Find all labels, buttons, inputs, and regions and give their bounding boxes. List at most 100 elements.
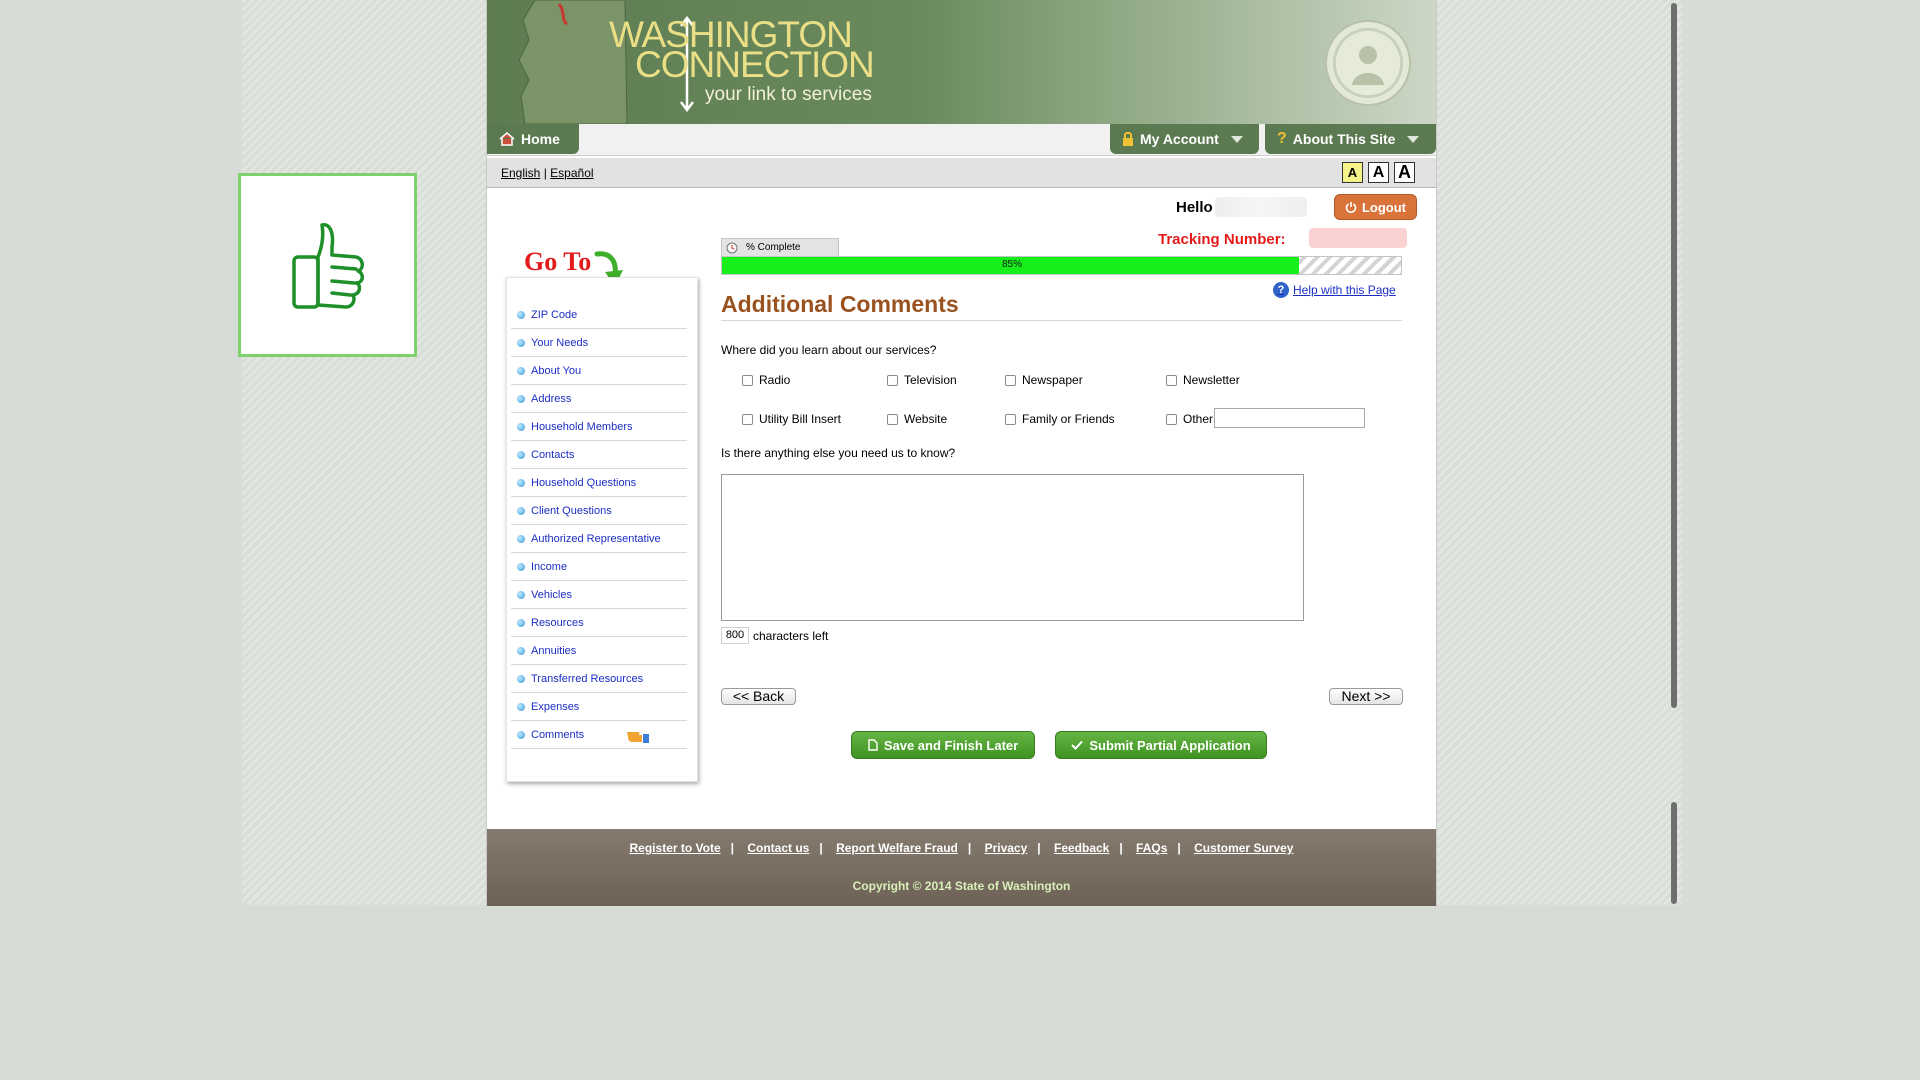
sidebar-item-expenses[interactable]: Expenses	[511, 693, 687, 721]
chevron-down-icon	[1230, 135, 1243, 143]
sidebar-item-your-needs[interactable]: Your Needs	[511, 329, 687, 357]
title-divider	[721, 320, 1402, 321]
checkbox[interactable]	[742, 413, 753, 425]
option-label: Utility Bill Insert	[759, 412, 842, 426]
sidebar-item-label: Vehicles	[531, 588, 572, 601]
footer-link-faqs[interactable]: FAQs	[1136, 841, 1167, 855]
sidebar-item-contacts[interactable]: Contacts	[511, 441, 687, 469]
sidebar-item-vehicles[interactable]: Vehicles	[511, 581, 687, 609]
other-source-input[interactable]	[1214, 408, 1365, 428]
option-label: Television	[904, 373, 957, 387]
sidebar-item-annuities[interactable]: Annuities	[511, 637, 687, 665]
option-utility-bill-insert[interactable]: Utility Bill Insert	[742, 412, 841, 426]
sidebar-item-resources[interactable]: Resources	[511, 609, 687, 637]
option-television[interactable]: Television	[887, 373, 957, 387]
comments-textarea[interactable]	[721, 474, 1304, 621]
option-other[interactable]: Other	[1166, 412, 1213, 426]
nav-about-this-site[interactable]: ? About This Site	[1265, 124, 1436, 154]
footer-link-privacy[interactable]: Privacy	[985, 841, 1028, 855]
logout-button[interactable]: Logout	[1334, 194, 1417, 220]
option-newspaper[interactable]: Newspaper	[1005, 373, 1083, 387]
bullet-icon	[517, 618, 525, 627]
help-link-label: Help with this Page	[1293, 283, 1396, 297]
sidebar-item-label: Resources	[531, 616, 584, 629]
help-link[interactable]: ? Help with this Page	[1273, 282, 1396, 298]
option-radio[interactable]: Radio	[742, 373, 790, 387]
sidebar-item-about-you[interactable]: About You	[511, 357, 687, 385]
sidebar-item-label: Client Questions	[531, 504, 612, 517]
checkbox[interactable]	[742, 374, 753, 386]
sidebar-item-client-questions[interactable]: Client Questions	[511, 497, 687, 525]
bullet-icon	[517, 478, 525, 487]
bullet-icon	[517, 506, 525, 515]
option-label: Newsletter	[1183, 373, 1240, 387]
font-size-large-button[interactable]: A	[1394, 162, 1415, 183]
footer-link-feedback[interactable]: Feedback	[1054, 841, 1109, 855]
sidebar-item-label: Address	[531, 392, 572, 405]
site-footer: Register to Vote | Contact us | Report Wel…	[487, 829, 1436, 906]
chevron-down-icon	[1407, 135, 1420, 143]
bullet-icon	[517, 646, 525, 655]
footer-link-contact-us[interactable]: Contact us	[747, 841, 809, 855]
bullet-icon	[517, 366, 525, 375]
font-size-small-button[interactable]: A	[1342, 162, 1363, 183]
lock-icon	[1123, 132, 1133, 146]
bullet-icon	[517, 590, 525, 599]
scrollbar-thumb[interactable]	[1671, 3, 1677, 708]
sidebar-item-label: Comments	[531, 728, 585, 741]
language-bar: English | Español A A A	[487, 158, 1436, 188]
sidebar-item-household-members[interactable]: Household Members	[511, 413, 687, 441]
save-button-label: Save and Finish Later	[883, 737, 1019, 753]
thumbs-up-card	[238, 173, 417, 357]
bullet-icon	[517, 534, 525, 543]
option-label: Family or Friends	[1022, 412, 1115, 426]
characters-left-label: characters left	[753, 629, 829, 643]
nav-about-label: About This Site	[1292, 131, 1396, 147]
save-and-finish-later-button[interactable]: Save and Finish Later	[851, 731, 1035, 759]
option-website[interactable]: Website	[887, 412, 947, 426]
checkbox[interactable]	[887, 374, 898, 386]
bullet-icon	[517, 338, 525, 347]
sidebar-item-label: Transferred Resources	[531, 672, 644, 685]
anything-else-question: Is there anything else you need us to kn…	[721, 446, 956, 460]
site-header: WASHINGTON CONNECTION your link to servi…	[487, 0, 1436, 124]
option-family-or-friends[interactable]: Family or Friends	[1005, 412, 1115, 426]
learn-about-question: Where did you learn about our services?	[721, 343, 937, 357]
checkmark-icon	[1071, 740, 1084, 750]
checkbox[interactable]	[1005, 374, 1016, 386]
sidebar-item-comments[interactable]: Comments	[511, 721, 687, 749]
checkbox[interactable]	[1166, 374, 1177, 386]
back-button[interactable]: << Back	[721, 688, 796, 705]
checkbox[interactable]	[887, 413, 898, 425]
nav-my-account[interactable]: My Account	[1110, 124, 1259, 154]
checkbox[interactable]	[1166, 413, 1177, 425]
nav-home[interactable]: Home	[487, 124, 579, 154]
footer-link-customer-survey[interactable]: Customer Survey	[1194, 841, 1293, 855]
submit-button-label: Submit Partial Application	[1089, 737, 1251, 753]
language-english-link[interactable]: English	[501, 166, 540, 180]
footer-link-register-to-vote[interactable]: Register to Vote	[630, 841, 721, 855]
site-logo-title[interactable]: WASHINGTON CONNECTION	[609, 16, 875, 83]
font-size-medium-button[interactable]: A	[1368, 162, 1389, 183]
sidebar-item-label: About You	[531, 364, 582, 377]
logo-tagline: your link to services	[705, 84, 872, 105]
sidebar-item-transferred-resources[interactable]: Transferred Resources	[511, 665, 687, 693]
goto-heading: Go To	[524, 247, 592, 276]
bullet-icon	[517, 702, 525, 711]
sidebar-item-zip-code[interactable]: ZIP Code	[511, 301, 687, 329]
footer-link-report-welfare-fraud[interactable]: Report Welfare Fraud	[836, 841, 958, 855]
checkbox[interactable]	[1005, 413, 1016, 425]
scrollbar-thumb-lower[interactable]	[1671, 802, 1677, 904]
next-button[interactable]: Next >>	[1329, 688, 1403, 705]
option-newsletter[interactable]: Newsletter	[1166, 373, 1240, 387]
submit-partial-application-button[interactable]: Submit Partial Application	[1055, 731, 1267, 759]
sidebar-item-address[interactable]: Address	[511, 385, 687, 413]
help-icon: ?	[1273, 282, 1289, 298]
sidebar-item-income[interactable]: Income	[511, 553, 687, 581]
sidebar-item-household-questions[interactable]: Household Questions	[511, 469, 687, 497]
main-navigation: Home My Account ? About This Site	[487, 124, 1436, 156]
progress-bar: 85%	[721, 256, 1402, 275]
language-spanish-link[interactable]: Español	[550, 166, 593, 180]
hello-greeting: Hello	[1176, 199, 1213, 216]
sidebar-item-authorized-representative[interactable]: Authorized Representative	[511, 525, 687, 553]
